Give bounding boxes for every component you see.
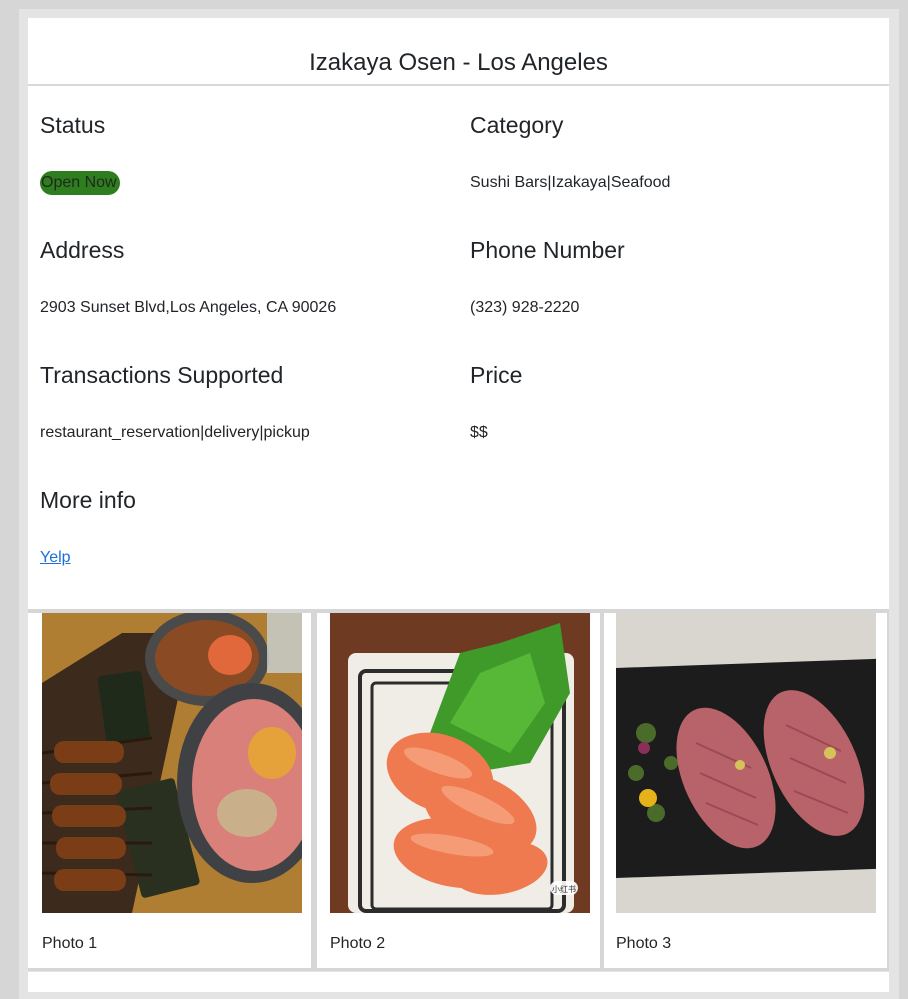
page-title: Izakaya Osen - Los Angeles — [309, 49, 608, 76]
photo-gallery: Photo 1 小红书 Photo 2 Photo 3 — [28, 609, 889, 971]
grilled-skewers-donburi-photo[interactable] — [42, 613, 302, 913]
watermark: 小红书 — [552, 884, 576, 894]
category-value: Sushi Bars|Izakaya|Seafood — [470, 174, 671, 191]
transactions-heading: Transactions Supported — [40, 362, 284, 388]
business-details-card: Izakaya Osen - Los Angeles Status Open N… — [28, 18, 889, 609]
next-card-edge — [28, 972, 889, 992]
status-heading: Status — [40, 112, 106, 138]
price-heading: Price — [470, 362, 523, 388]
address-value: 2903 Sunset Blvd,Los Angeles, CA 90026 — [40, 299, 337, 316]
tuna-nigiri-photo[interactable] — [616, 613, 876, 913]
price-value: $$ — [470, 424, 488, 441]
phone-value: (323) 928-2220 — [470, 299, 580, 316]
transactions-value: restaurant_reservation|delivery|pickup — [40, 424, 310, 441]
yelp-link[interactable]: Yelp — [40, 549, 71, 567]
title-divider — [28, 84, 889, 86]
photo-card-3[interactable]: Photo 3 — [604, 613, 887, 968]
photo-caption: Photo 2 — [330, 935, 386, 952]
more-info-heading: More info — [40, 487, 136, 513]
photo-caption: Photo 3 — [616, 935, 672, 952]
photo-card-2[interactable]: 小红书 Photo 2 — [317, 613, 600, 968]
address-heading: Address — [40, 237, 125, 263]
photo-caption: Photo 1 — [42, 935, 98, 952]
phone-heading: Phone Number — [470, 237, 625, 263]
photo-card-1[interactable]: Photo 1 — [28, 613, 311, 968]
status-badge: Open Now — [40, 171, 120, 195]
category-heading: Category — [470, 112, 564, 138]
salmon-sashimi-photo[interactable]: 小红书 — [330, 613, 590, 913]
